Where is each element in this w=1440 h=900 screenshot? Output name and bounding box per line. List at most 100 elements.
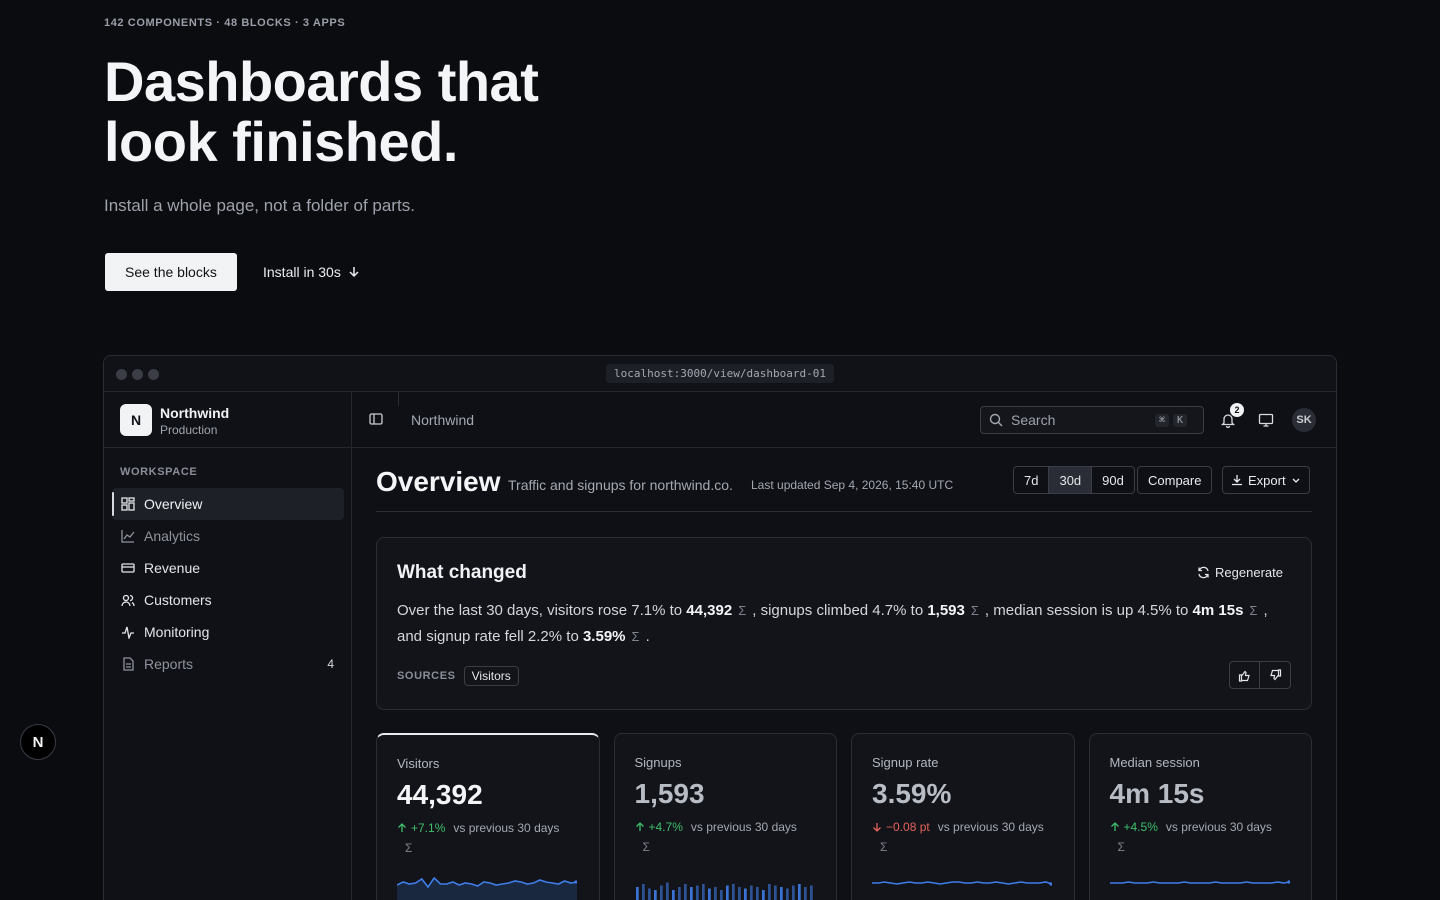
refresh-icon xyxy=(1198,566,1209,578)
summary-part: , median session is up 4.5% to xyxy=(984,602,1193,619)
kpi-card-median-session[interactable]: Median session 4m 15s +4.5% vs previous … xyxy=(1088,733,1312,900)
sigma-icon[interactable]: Σ xyxy=(1118,840,1125,854)
user-avatar[interactable]: SK xyxy=(1292,408,1316,432)
spark-bar xyxy=(713,887,717,900)
search-box[interactable]: ⌘ K xyxy=(980,406,1204,434)
summary-value-visitors: 44,392 xyxy=(686,602,733,619)
sigma-icon[interactable]: Σ xyxy=(880,840,887,854)
kpi-card-visitors[interactable]: Visitors 44,392 +7.1% vs previous 30 day… xyxy=(376,733,600,900)
window-minimize-dot[interactable] xyxy=(132,369,143,380)
kpi-label: Visitors xyxy=(397,756,440,771)
window-close-dot[interactable] xyxy=(116,369,127,380)
kpi-comparison: vs previous 30 days xyxy=(937,820,1044,834)
breadcrumb[interactable]: Northwind xyxy=(411,412,474,428)
regenerate-button[interactable]: Regenerate xyxy=(1189,560,1291,584)
search-icon xyxy=(989,413,1003,427)
topbar-divider xyxy=(398,392,399,406)
spark-line xyxy=(872,881,1052,885)
hero-headline: Dashboards that look finished. xyxy=(104,50,539,173)
document-icon xyxy=(123,657,134,671)
sparkline-signups xyxy=(635,882,813,900)
sigma-icon[interactable]: Σ xyxy=(1249,603,1257,618)
sidebar-item-reports[interactable]: Reports 4 xyxy=(112,648,344,680)
thumbs-down-button[interactable] xyxy=(1260,662,1290,688)
arrow-up-icon xyxy=(398,823,406,832)
kpi-delta: +4.5% vs previous 30 days xyxy=(1110,820,1272,834)
page-header: Overview Traffic and signups for northwi… xyxy=(376,466,1312,512)
sidebar-nav: Overview Analytics Revenue Customers Mon… xyxy=(112,488,344,680)
sigma-icon[interactable]: Σ xyxy=(632,629,640,644)
spark-bar xyxy=(671,890,675,900)
sidebar-item-analytics[interactable]: Analytics xyxy=(112,520,344,552)
kpi-label: Median session xyxy=(1109,755,1200,770)
kpi-delta: +4.7% vs previous 30 days xyxy=(635,820,797,834)
dev-tools-badge[interactable]: N xyxy=(20,724,56,760)
sigma-icon[interactable]: Σ xyxy=(738,603,746,618)
thumbs-down-icon xyxy=(1269,668,1281,680)
thumbs-up-icon xyxy=(1238,670,1250,682)
kpi-card-signups[interactable]: Signups 1,593 +4.7% vs previous 30 days … xyxy=(613,733,837,900)
what-changed-card: What changed Regenerate Over the last 30… xyxy=(376,537,1312,710)
arrow-down-icon xyxy=(349,267,359,278)
hero-eyebrow: 142 COMPONENTS · 48 BLOCKS · 3 APPS xyxy=(104,17,346,29)
sidebar-item-overview[interactable]: Overview xyxy=(112,488,344,520)
kpi-value: 4m 15s xyxy=(1109,778,1205,809)
sources-row: SOURCES Visitors xyxy=(397,666,519,686)
sidebar-item-label: Overview xyxy=(144,496,203,512)
sidebar-toggle-icon[interactable] xyxy=(369,412,383,426)
compare-button[interactable]: Compare xyxy=(1137,466,1213,494)
range-90d-button[interactable]: 90d xyxy=(1092,467,1134,493)
arrow-down-icon xyxy=(873,823,881,832)
kpi-card-signup-rate[interactable]: Signup rate 3.59% −0.08 pt vs previous 3… xyxy=(851,733,1075,900)
org-name: Northwind xyxy=(160,405,230,421)
monitor-icon[interactable] xyxy=(1258,412,1274,428)
spark-bar xyxy=(749,885,753,900)
kpi-label: Signups xyxy=(634,755,682,770)
spark-bar xyxy=(803,887,807,900)
kpi-delta-value: +4.5% xyxy=(1123,820,1158,834)
org-avatar: N xyxy=(120,404,152,436)
summary-value-session: 4m 15s xyxy=(1192,602,1244,619)
range-7d-button[interactable]: 7d xyxy=(1014,467,1050,493)
see-blocks-button[interactable]: See the blocks xyxy=(105,253,237,291)
thumbs-up-button[interactable] xyxy=(1230,662,1260,688)
kpi-label: Signup rate xyxy=(872,755,939,770)
date-range-toggle: 7d 30d 90d xyxy=(1013,466,1135,494)
export-label: Export xyxy=(1248,472,1286,488)
address-bar[interactable]: localhost:3000/view/dashboard-01 xyxy=(606,364,834,383)
kpi-value: 1,593 xyxy=(634,778,705,809)
sigma-icon[interactable]: Σ xyxy=(643,840,650,854)
kpi-comparison: vs previous 30 days xyxy=(453,821,560,835)
kpi-row: Visitors 44,392 +7.1% vs previous 30 day… xyxy=(376,733,1312,900)
sidebar-item-customers[interactable]: Customers xyxy=(112,584,344,616)
sigma-icon[interactable]: Σ xyxy=(405,841,412,855)
shortcut-cmd-key: ⌘ xyxy=(1155,413,1170,427)
spark-bar xyxy=(665,882,669,900)
summary-part: Over the last 30 days, visitors rose 7.1… xyxy=(397,602,687,619)
spark-bar xyxy=(755,887,759,900)
sigma-icon[interactable]: Σ xyxy=(971,603,979,618)
source-chip[interactable]: Visitors xyxy=(463,666,519,686)
search-input[interactable] xyxy=(1011,412,1151,428)
window-maximize-dot[interactable] xyxy=(148,369,159,380)
sidebar-item-monitoring[interactable]: Monitoring xyxy=(112,616,344,648)
sparkline-signup-rate xyxy=(872,881,1052,886)
summary-value-rate: 3.59% xyxy=(582,628,626,645)
spark-bar xyxy=(797,884,801,900)
spark-bar xyxy=(731,884,735,900)
org-switcher[interactable]: N Northwind Production xyxy=(104,392,351,448)
install-button-label: Install in 30s xyxy=(263,264,341,280)
export-button[interactable]: Export xyxy=(1222,466,1310,494)
range-30d-button[interactable]: 30d xyxy=(1049,467,1093,493)
summary-part: , signups climbed 4.7% to xyxy=(752,602,928,619)
sidebar-item-revenue[interactable]: Revenue xyxy=(112,552,344,584)
spark-bar xyxy=(707,888,711,900)
sidebar-item-label: Analytics xyxy=(144,528,201,544)
install-button[interactable]: Install in 30s xyxy=(263,253,361,291)
kpi-delta: −0.08 pt vs previous 30 days xyxy=(872,820,1044,834)
spark-bar xyxy=(791,885,795,900)
spark-line xyxy=(1109,881,1290,884)
spark-bar xyxy=(689,887,693,900)
spark-bar xyxy=(719,890,723,900)
line-chart-icon xyxy=(121,530,135,543)
